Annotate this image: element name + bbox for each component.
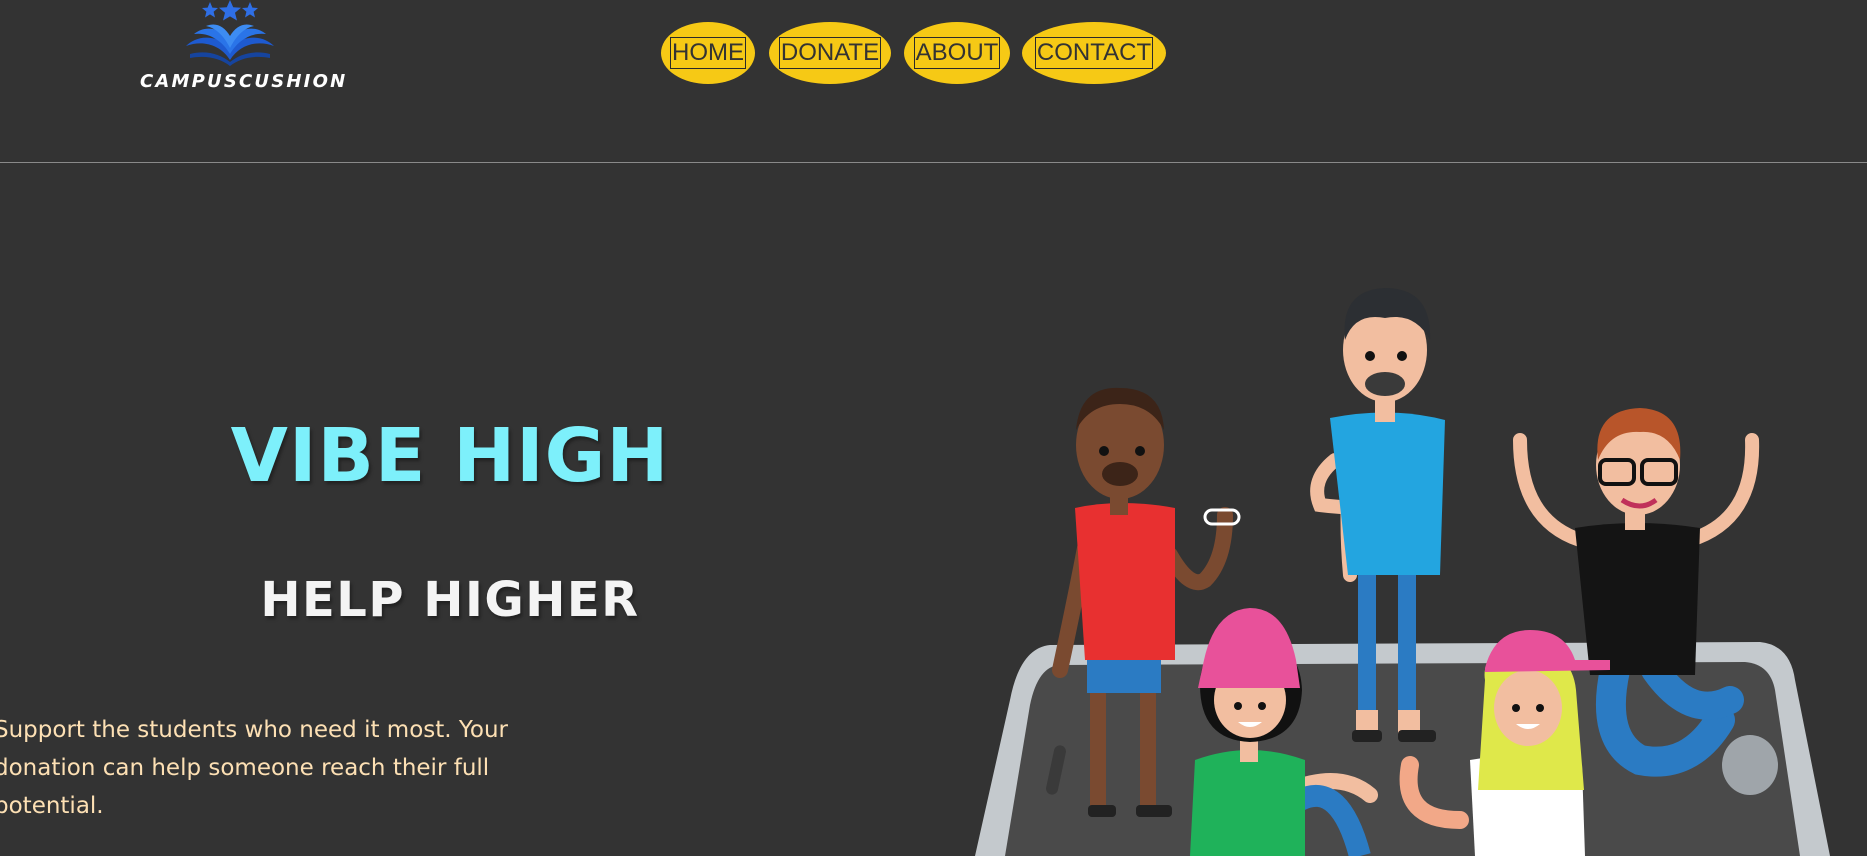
hero-description: Support the students who need it most. Y…: [0, 717, 508, 819]
nav-home[interactable]: HOME: [661, 22, 755, 84]
nav-donate[interactable]: DONATE: [769, 22, 891, 84]
students-illustration: [975, 288, 1830, 856]
nav-contact-label: CONTACT: [1034, 37, 1154, 69]
nav-donate-label: DONATE: [778, 37, 882, 69]
nav-home-label: HOME: [670, 37, 746, 69]
hero-title: VIBE HIGH: [230, 413, 670, 499]
nav-about-label: ABOUT: [913, 37, 1001, 69]
logo[interactable]: CAMPUSCUSHION: [140, 0, 348, 95]
site-header: CAMPUSCUSHION HOME DONATE ABOUT CONTACT: [0, 0, 1867, 163]
logo-text: CAMPUSCUSHION: [140, 71, 348, 92]
book-stars-icon: [186, 0, 274, 66]
nav-contact[interactable]: CONTACT: [1022, 22, 1166, 84]
hero-subtitle: HELP HIGHER: [260, 572, 640, 628]
nav-about[interactable]: ABOUT: [904, 22, 1010, 84]
